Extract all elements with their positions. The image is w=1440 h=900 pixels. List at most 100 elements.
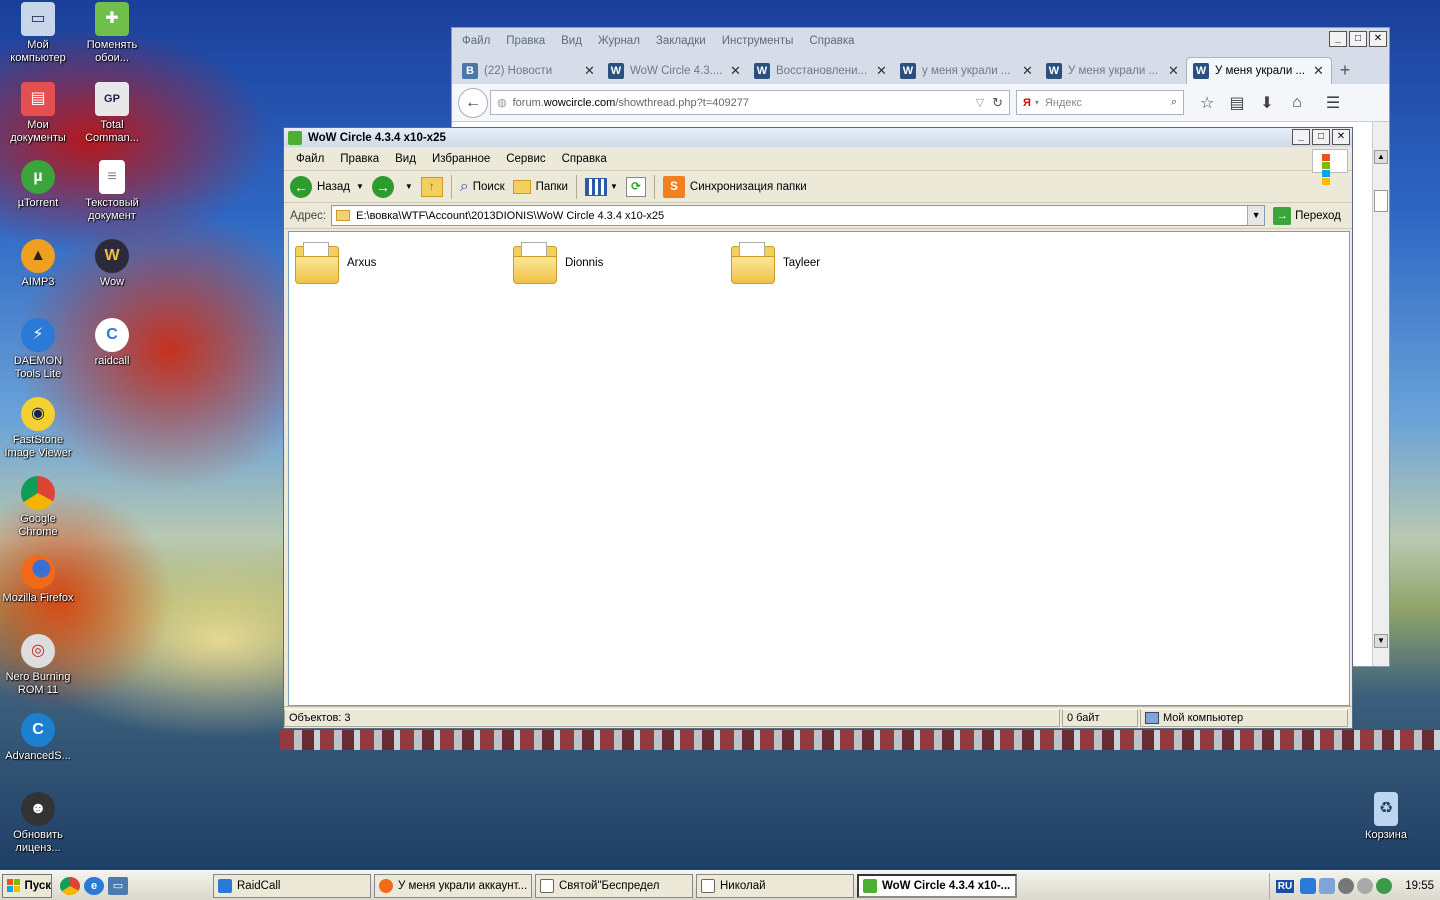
- folder-item[interactable]: Dionnis: [511, 240, 603, 286]
- maximize-button[interactable]: □: [1349, 31, 1367, 47]
- bookmarks-list-icon[interactable]: ▤: [1222, 93, 1252, 113]
- desktop-icon-chrome[interactable]: Google Chrome: [0, 476, 76, 539]
- menu-view[interactable]: Вид: [395, 153, 416, 165]
- close-tab-icon[interactable]: ✕: [1022, 63, 1034, 79]
- tab-restore[interactable]: W Восстановлени... ✕: [748, 57, 894, 84]
- explorer-titlebar[interactable]: WoW Circle 4.3.4 x10-x25: [284, 128, 1352, 147]
- desktop-icon-faststone[interactable]: ◉ FastStone Image Viewer: [0, 397, 76, 460]
- tab-stolen-1[interactable]: W у меня украли ... ✕: [894, 57, 1040, 84]
- menu-view[interactable]: Вид: [561, 35, 582, 47]
- close-tab-icon[interactable]: ✕: [730, 63, 742, 79]
- clock[interactable]: 19:55: [1405, 880, 1434, 892]
- page-scrollbar[interactable]: ▲ ▼: [1372, 122, 1389, 666]
- minimize-button[interactable]: _: [1329, 31, 1347, 47]
- tab-vk-news[interactable]: B (22) Новости ✕: [456, 57, 602, 84]
- close-tab-icon[interactable]: ✕: [1168, 63, 1180, 79]
- home-icon[interactable]: ⌂: [1282, 94, 1312, 112]
- desktop-icon-utorrent[interactable]: µ µTorrent: [0, 160, 76, 210]
- tab-stolen-2[interactable]: W У меня украли ... ✕: [1040, 57, 1186, 84]
- menu-edit[interactable]: Правка: [506, 35, 545, 47]
- new-tab-button[interactable]: +: [1332, 57, 1358, 84]
- desktop-icon-my-computer[interactable]: ▭ Мой компьютер: [0, 2, 76, 65]
- taskbar-item-raidcall[interactable]: RaidCall: [213, 873, 371, 898]
- chevron-down-icon[interactable]: ▼: [1247, 206, 1265, 225]
- network-tray-icon[interactable]: [1319, 878, 1336, 894]
- desktop-icon-text-document[interactable]: ≡ Текстовый документ: [74, 160, 150, 223]
- close-tab-icon[interactable]: ✕: [1313, 63, 1325, 79]
- menu-help[interactable]: Справка: [809, 35, 854, 47]
- scroll-down-button[interactable]: ▼: [1374, 634, 1388, 648]
- taskbar-item-chat-1[interactable]: Святой"Беспредел: [535, 873, 693, 898]
- scroll-thumb[interactable]: [1374, 190, 1388, 212]
- chevron-down-icon[interactable]: ▼: [356, 182, 364, 191]
- taskbar-item-explorer[interactable]: WoW Circle 4.3.4 x10-...: [857, 873, 1017, 898]
- desktop-icon-recycle-bin[interactable]: ♻ Корзина: [1348, 792, 1424, 842]
- antivirus-tray-icon[interactable]: [1357, 878, 1374, 894]
- tab-wowcircle[interactable]: W WoW Circle 4.3.... ✕: [602, 57, 748, 84]
- go-button[interactable]: → Переход: [1273, 206, 1341, 225]
- download-icon[interactable]: ⬇: [1252, 93, 1282, 113]
- folder-item[interactable]: Arxus: [293, 240, 376, 286]
- reload-icon[interactable]: ↻: [992, 95, 1003, 111]
- minimize-button[interactable]: _: [1292, 129, 1310, 145]
- forward-button[interactable]: → ▼: [371, 175, 413, 198]
- ie-tray-icon[interactable]: [1376, 878, 1393, 894]
- tab-stolen-active[interactable]: W У меня украли ... ✕: [1186, 57, 1332, 84]
- search-bar[interactable]: Я ▾ Яндекс ⌕: [1016, 90, 1184, 115]
- language-indicator[interactable]: RU: [1275, 879, 1295, 893]
- menu-bookmarks[interactable]: Закладки: [656, 35, 706, 47]
- views-button[interactable]: ▼: [584, 177, 618, 196]
- sync-folder-button[interactable]: S Синхронизация папки: [662, 175, 807, 198]
- folders-button[interactable]: Папки: [512, 179, 568, 194]
- search-button[interactable]: ⌕ Поиск: [460, 178, 505, 196]
- menu-edit[interactable]: Правка: [340, 153, 379, 165]
- dropdown-icon[interactable]: ▽: [976, 96, 984, 109]
- menu-tools[interactable]: Сервис: [506, 153, 545, 165]
- menu-file[interactable]: Файл: [296, 153, 324, 165]
- quicklaunch-ie-icon[interactable]: e: [84, 876, 104, 895]
- back-button[interactable]: ← Назад ▼: [290, 175, 364, 198]
- desktop-icon-total-commander[interactable]: GP Total Comman...: [74, 82, 150, 145]
- close-tab-icon[interactable]: ✕: [876, 63, 888, 79]
- up-folder-button[interactable]: ↑: [420, 176, 443, 197]
- quicklaunch-chrome-icon[interactable]: [60, 876, 80, 895]
- folder-item[interactable]: Tayleer: [729, 240, 820, 286]
- address-input[interactable]: E:\вовка\WTF\Account\2013DIONIS\WoW Circ…: [331, 205, 1266, 226]
- menu-file[interactable]: Файл: [462, 35, 490, 47]
- back-button[interactable]: ←: [458, 87, 488, 118]
- desktop-icon-nero[interactable]: ◎ Nero Burning ROM 11: [0, 634, 76, 697]
- start-button[interactable]: Пуск: [2, 873, 52, 898]
- menu-hamburger-icon[interactable]: ☰: [1318, 93, 1348, 113]
- scroll-up-button[interactable]: ▲: [1374, 150, 1388, 164]
- desktop-icon-wow[interactable]: W Wow: [74, 239, 150, 289]
- url-bar[interactable]: ◍ forum. wowcircle.com/showthread.php?t=4…: [490, 90, 1010, 115]
- menu-tools[interactable]: Инструменты: [722, 35, 794, 47]
- maximize-button[interactable]: □: [1312, 129, 1330, 145]
- bookmark-star-icon[interactable]: ☆: [1192, 93, 1222, 113]
- close-button[interactable]: ✕: [1332, 129, 1350, 145]
- desktop-icon-daemon-tools[interactable]: ⚡ DAEMON Tools Lite: [0, 318, 76, 381]
- taskbar-item-chat-2[interactable]: Николай: [696, 873, 854, 898]
- search-icon[interactable]: ⌕: [1171, 96, 1177, 109]
- desktop-icon-aimp[interactable]: ▲ AIMP3: [0, 239, 76, 289]
- desktop-icon-my-documents[interactable]: ▤ Мои документы: [0, 82, 76, 145]
- chevron-down-icon[interactable]: ▼: [610, 182, 618, 191]
- raidcall-icon: [218, 878, 232, 893]
- desktop-icon-advanced-systemcare[interactable]: C AdvancedS...: [0, 713, 76, 763]
- close-button[interactable]: ✕: [1369, 31, 1387, 47]
- chevron-down-icon[interactable]: ▼: [405, 182, 413, 191]
- desktop-icon-firefox[interactable]: Mozilla Firefox: [0, 555, 76, 605]
- menu-favorites[interactable]: Избранное: [432, 153, 490, 165]
- desktop-icon-change-wallpaper[interactable]: ✚ Поменять обои...: [74, 2, 150, 65]
- desktop-icon-update-license[interactable]: ☻ Обновить лиценз...: [0, 792, 76, 855]
- menu-history[interactable]: Журнал: [598, 35, 640, 47]
- search-engine-chevron-icon[interactable]: ▾: [1035, 98, 1039, 107]
- taskbar-item-firefox[interactable]: У меня украли аккаунт...: [374, 873, 532, 898]
- quicklaunch-desktop-icon[interactable]: ▭: [108, 876, 128, 895]
- raidcall-tray-icon[interactable]: [1300, 878, 1317, 894]
- desktop-icon-raidcall[interactable]: C raidcall: [74, 318, 150, 368]
- update-tray-icon[interactable]: [1338, 878, 1355, 894]
- menu-help[interactable]: Справка: [562, 153, 607, 165]
- close-tab-icon[interactable]: ✕: [584, 63, 596, 79]
- refresh-button[interactable]: ⟳: [625, 176, 646, 197]
